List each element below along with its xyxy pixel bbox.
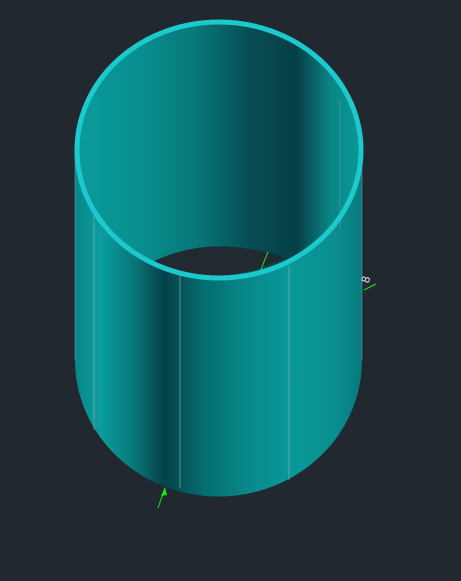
cylinder-interior-wall[interactable] <box>79 24 359 276</box>
dimension-arrow <box>157 487 167 509</box>
drawing-viewport[interactable]: 8 <box>0 0 461 581</box>
